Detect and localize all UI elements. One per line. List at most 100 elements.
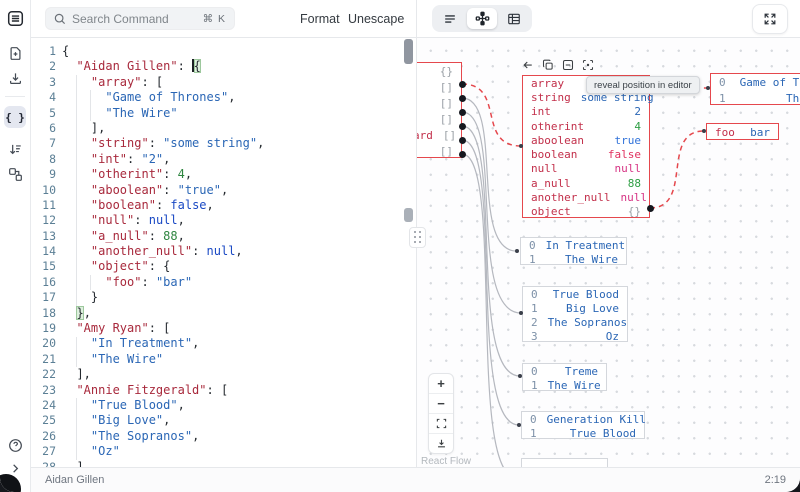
sort-icon[interactable]	[4, 138, 26, 160]
code-line[interactable]: 12 "null": null,	[30, 213, 416, 228]
graph-canvas[interactable]: Aidan Gillen{}Amy Ryan[]Annie Fitzgerald…	[417, 37, 800, 468]
code-line[interactable]: 4 "Game of Thrones",	[30, 90, 416, 105]
graph-node-array[interactable]: 0Game of Thrones1The Wire	[710, 73, 800, 105]
source-handle[interactable]	[458, 108, 466, 116]
status-json-path[interactable]: Aidan Gillen	[45, 474, 104, 486]
node-row[interactable]: 1The Wire	[523, 378, 606, 392]
node-row[interactable]: 0Game of Thrones	[711, 74, 800, 90]
code-line[interactable]: 21 "The Wire"	[30, 352, 416, 367]
transform-nodes-icon[interactable]	[4, 163, 26, 185]
code-line[interactable]: 8 "int": "2",	[30, 152, 416, 167]
copy-button[interactable]	[541, 59, 554, 72]
node-row[interactable]: Anwan Glover[]	[417, 111, 461, 127]
node-row[interactable]: 0 Generation Kill	[522, 412, 646, 426]
download-icon[interactable]	[4, 67, 26, 89]
json-editor-icon[interactable]: { }	[4, 106, 26, 128]
node-row[interactable]: int 2	[523, 105, 649, 119]
node-row[interactable]: another_null null	[523, 190, 649, 204]
code-line[interactable]: 15 "object": {	[30, 259, 416, 274]
source-handle[interactable]	[458, 136, 466, 144]
graph-node-aidan-gillen[interactable]: array[]stringsome stringint2otherint4abo…	[522, 75, 654, 219]
code-line[interactable]: 23 "Annie Fitzgerald": [	[30, 383, 416, 398]
source-handle[interactable]	[646, 204, 654, 212]
code-line[interactable]: 13 "a_null": 88,	[30, 229, 416, 244]
app-logo-icon[interactable]	[4, 7, 26, 29]
format-button[interactable]: Format	[300, 0, 340, 37]
code-line[interactable]: 24 "True Blood",	[30, 398, 416, 413]
code-line[interactable]: 7 "string": "some string",	[30, 136, 416, 151]
new-file-icon[interactable]	[4, 42, 26, 64]
code-line[interactable]: 10 "aboolean": "true",	[30, 183, 416, 198]
graph-node-root[interactable]: Aidan Gillen{}Amy Ryan[]Annie Fitzgerald…	[417, 62, 462, 158]
code-line[interactable]: 9 "otherint": 4,	[30, 167, 416, 182]
node-row[interactable]: boolean false	[523, 147, 649, 161]
node-row[interactable]: null null	[523, 162, 649, 176]
code-line[interactable]: 20 "In Treatment",	[30, 336, 416, 351]
graph-node-annie-fitzgerald[interactable]: 0 True Blood 1 Big Love 2 The Sopranos 3 Oz	[522, 286, 628, 343]
help-icon[interactable]	[4, 434, 26, 456]
fullscreen-button[interactable]	[752, 4, 788, 34]
zoom-out-button[interactable]: −	[429, 394, 453, 414]
code-line[interactable]: 16 "foo": "bar"	[30, 275, 416, 290]
code-line[interactable]: 25 "Big Love",	[30, 413, 416, 428]
code-line[interactable]: 6 ],	[30, 121, 416, 136]
graph-node-amy-ryan[interactable]: 0 In Treatment 1 The Wire	[520, 237, 627, 266]
node-row[interactable]: object{}	[523, 205, 649, 219]
node-row[interactable]: 1 Big Love	[523, 301, 627, 315]
code-line[interactable]: 3 "array": [	[30, 75, 416, 90]
panel-resize-handle[interactable]	[409, 227, 426, 248]
code-line[interactable]: 2 "Aidan Gillen": {	[30, 59, 416, 74]
scrollbar-thumb[interactable]	[404, 39, 413, 64]
graph-node-anwan-glover[interactable]: 0 Treme 1 The Wire	[522, 363, 607, 392]
code-line[interactable]: 27 "Oz"	[30, 444, 416, 459]
code-line[interactable]: 17 }	[30, 290, 416, 305]
code-line[interactable]: 1{	[30, 44, 416, 59]
source-handle[interactable]	[458, 80, 466, 88]
node-row[interactable]: 1The Wire	[711, 90, 800, 106]
node-row[interactable]: aboolean true	[523, 133, 649, 147]
search-input[interactable]: Search Command ⌘ K	[45, 7, 235, 30]
download-image-button[interactable]	[429, 434, 453, 453]
graph-node-alexander-skarsgard[interactable]: 0 Generation Kill 1 True Blood	[521, 411, 646, 440]
graph-node-object[interactable]: foo bar	[706, 123, 779, 140]
focus-node-button[interactable]	[581, 59, 594, 72]
node-row[interactable]: Alexander Skarsgard[]	[417, 127, 461, 143]
code-editor[interactable]: 1{2 "Aidan Gillen": {3 "array": [4 "Game…	[30, 37, 416, 468]
node-row[interactable]: Alice Farmer[]	[417, 143, 461, 159]
code-line[interactable]: 26 "The Sopranos",	[30, 429, 416, 444]
node-row[interactable]: 1The Wire	[521, 252, 626, 266]
node-row[interactable]: 0 In Treatment	[521, 238, 626, 252]
collapse-node-button[interactable]	[561, 59, 574, 72]
code-line[interactable]: 19 "Amy Ryan": [	[30, 321, 416, 336]
node-row[interactable]: 0 True Blood	[523, 287, 627, 301]
code-line[interactable]: 18 },	[30, 305, 416, 321]
node-row[interactable]: Annie Fitzgerald[]	[417, 95, 461, 111]
node-row[interactable]: a_null 88	[523, 176, 649, 190]
source-handle[interactable]	[458, 122, 466, 130]
node-row[interactable]: 3 Oz	[523, 329, 627, 343]
code-line[interactable]: 22 ],	[30, 367, 416, 382]
code-line[interactable]: 5 "The Wire"	[30, 106, 416, 121]
fit-view-button[interactable]	[429, 414, 453, 434]
zoom-in-button[interactable]: +	[429, 374, 453, 394]
node-row[interactable]: Amy Ryan[]	[417, 79, 461, 95]
graph-view-button[interactable]	[467, 8, 497, 29]
node-row[interactable]: 0 Treme	[523, 364, 606, 378]
source-handle[interactable]	[458, 150, 466, 158]
node-row[interactable]: otherint 4	[523, 119, 649, 133]
table-view-button[interactable]	[499, 8, 529, 29]
source-handle[interactable]	[458, 94, 466, 102]
line-number: 27	[42, 444, 56, 459]
node-row[interactable]: 2 The Sopranos	[523, 315, 627, 329]
react-flow-attribution[interactable]: React Flow	[421, 456, 471, 467]
unescape-button[interactable]: Unescape	[348, 0, 404, 37]
node-row[interactable]: Aidan Gillen{}	[417, 63, 461, 79]
line-number: 2	[49, 59, 56, 74]
code-line[interactable]: 14 "another_null": null,	[30, 244, 416, 259]
node-row[interactable]: foo bar	[707, 124, 778, 141]
code-line[interactable]: 11 "boolean": false,	[30, 198, 416, 213]
back-button[interactable]	[521, 59, 534, 72]
scrollbar-thumb[interactable]	[404, 208, 413, 222]
list-view-button[interactable]	[435, 8, 465, 29]
node-row[interactable]: 1 True Blood	[522, 426, 644, 440]
